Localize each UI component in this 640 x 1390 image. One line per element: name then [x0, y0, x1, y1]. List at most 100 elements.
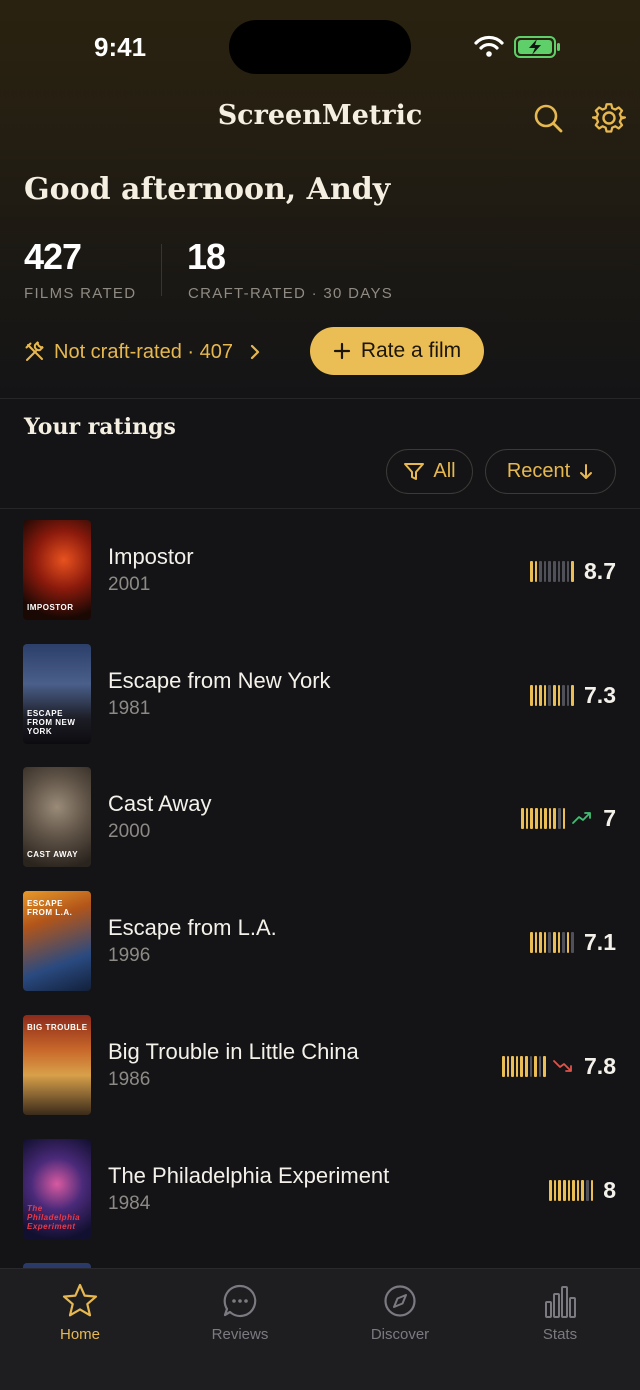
not-craft-rated-link[interactable]: Not craft-rated · 407	[24, 336, 265, 368]
movie-row[interactable]: The Philadelphia Experiment The Philadel…	[0, 1129, 640, 1252]
movie-row[interactable]: IMPOSTOR Impostor 2001 8.7	[0, 510, 640, 633]
movie-rating: 8	[603, 1176, 616, 1203]
rating-bar	[571, 931, 575, 953]
rating-bar	[515, 1055, 519, 1077]
rating-bar	[548, 684, 552, 706]
movie-poster: ESCAPE FROM L.A.	[23, 891, 91, 991]
movie-title: The Philadelphia Experiment	[108, 1163, 390, 1188]
movie-row[interactable]: ESCAPE FROM NEW YORK Escape from New Yor…	[0, 634, 640, 757]
search-button[interactable]	[528, 98, 568, 138]
tab-label: Reviews	[211, 1326, 269, 1343]
movie-title: Escape from L.A.	[108, 915, 277, 940]
arrow-down-icon	[580, 463, 593, 479]
movie-title: Big Trouble in Little China	[108, 1039, 359, 1064]
bar-chart-icon	[500, 1281, 620, 1321]
divider	[0, 508, 640, 509]
rating-bars	[549, 1178, 594, 1202]
rating-bar	[553, 560, 556, 582]
rating-bar	[530, 931, 533, 953]
rating-bar	[562, 931, 565, 953]
sort-button[interactable]: Recent	[485, 449, 616, 494]
settings-button[interactable]	[589, 98, 629, 138]
rating-bar	[572, 1179, 575, 1201]
movie-year: 2000	[108, 821, 151, 842]
movie-row[interactable]: BIG TROUBLE Big Trouble in Little China …	[0, 1005, 640, 1128]
rating-bar	[557, 931, 561, 953]
rating-bar	[502, 1055, 505, 1077]
films-rated-count: 427	[24, 236, 82, 277]
rating-bar	[576, 1179, 580, 1201]
rating-bar	[562, 684, 565, 706]
chevron-right-icon	[250, 344, 260, 360]
rating-bar	[557, 560, 561, 582]
rating-bar	[538, 1055, 542, 1077]
rating-bar	[562, 560, 565, 582]
rating-bar	[566, 684, 570, 706]
tab-label: Home	[59, 1326, 100, 1343]
rate-film-button[interactable]: Rate a film	[310, 327, 484, 375]
tab-home[interactable]: Home	[20, 1281, 140, 1343]
section-title: Your ratings	[24, 414, 176, 440]
films-rated-label: FILMS RATED	[24, 285, 137, 302]
movie-poster: ESCAPE FROM NEW YORK	[23, 644, 91, 744]
rating-bar	[553, 807, 557, 829]
rating-bar	[586, 1179, 589, 1201]
rating-bar	[534, 1055, 537, 1077]
rating-bar	[521, 807, 524, 829]
rating-bar	[530, 560, 533, 582]
filter-icon	[404, 462, 425, 480]
status-time: 9:41	[94, 32, 147, 62]
rating-bar	[548, 931, 552, 953]
movie-rating: 7.8	[584, 1052, 616, 1079]
rating-bar	[566, 931, 570, 953]
rating-bar	[539, 684, 542, 706]
movie-row[interactable]: CAST AWAY Cast Away 2000 7	[0, 757, 640, 880]
rating-bar	[511, 1055, 514, 1077]
movie-poster: BIG TROUBLE	[23, 1015, 91, 1115]
movie-poster: CAST AWAY	[23, 767, 91, 867]
sort-label: Recent	[506, 460, 571, 482]
tab-label: Discover	[370, 1326, 430, 1343]
rating-bar	[525, 1055, 528, 1077]
movie-rating: 7	[603, 804, 616, 831]
movie-title: Escape from New York	[108, 668, 331, 693]
rating-bar	[566, 560, 570, 582]
tab-discover[interactable]: Discover	[340, 1281, 460, 1343]
movie-row[interactable]: ESCAPE FROM L.A. Escape from L.A. 1996 7…	[0, 881, 640, 1004]
rating-bars	[521, 806, 566, 830]
gear-icon	[592, 103, 626, 133]
movie-title: Cast Away	[108, 791, 212, 816]
rating-bar	[506, 1055, 510, 1077]
rating-bar	[558, 1179, 562, 1201]
tab-label: Stats	[542, 1326, 578, 1343]
rating-bar	[558, 807, 561, 829]
trend-up-icon	[571, 810, 593, 826]
tab-stats[interactable]: Stats	[500, 1281, 620, 1343]
movie-year: 2001	[108, 574, 151, 595]
tab-reviews[interactable]: Reviews	[180, 1281, 300, 1343]
rating-bar	[553, 931, 556, 953]
wifi-icon	[474, 34, 504, 63]
rating-bar	[543, 931, 547, 953]
rating-bar	[539, 560, 542, 582]
movie-poster: The Philadelphia Experiment	[23, 1139, 91, 1239]
chat-bubble-icon	[180, 1281, 300, 1321]
dynamic-island	[229, 20, 411, 74]
rating-bar	[520, 1055, 524, 1077]
rate-film-label: Rate a film	[360, 339, 462, 362]
battery-charging-icon	[514, 36, 562, 63]
movie-rating: 8.7	[584, 557, 616, 584]
craft-rated-count: 18	[187, 236, 226, 277]
rating-bar	[571, 560, 575, 582]
rating-bar	[590, 1179, 594, 1201]
movie-poster: IMPOSTOR	[23, 520, 91, 620]
rating-bar	[530, 807, 534, 829]
filter-button[interactable]: All	[386, 449, 473, 494]
movie-rating: 7.1	[584, 928, 616, 955]
rating-bars	[530, 930, 575, 954]
rating-bar	[525, 807, 529, 829]
not-craft-rated-text: Not craft-rated · 407	[54, 340, 233, 363]
rating-bar	[543, 684, 547, 706]
divider	[0, 398, 640, 399]
tab-bar: Home Reviews Discover Stats	[0, 1268, 640, 1390]
